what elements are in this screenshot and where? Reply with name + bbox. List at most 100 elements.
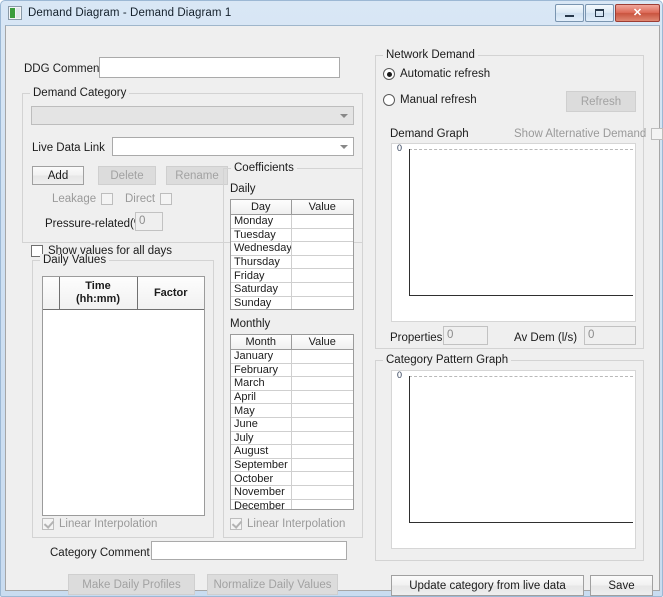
- daily-values-linear-interpolation-checkbox[interactable]: Linear Interpolation: [42, 518, 157, 530]
- chevron-down-icon: [340, 144, 348, 149]
- value-cell[interactable]: [291, 349, 353, 364]
- manual-refresh-radio[interactable]: Manual refresh: [383, 94, 477, 106]
- network-demand-group-title: Network Demand: [383, 49, 478, 61]
- month-cell: June: [231, 417, 292, 432]
- close-button[interactable]: ✕: [615, 4, 660, 22]
- daily-values-grid[interactable]: Time (hh:mm) Factor: [42, 276, 205, 516]
- show-alternative-demand-label: Show Alternative Demand: [514, 128, 647, 140]
- coefficients-linear-interpolation-box: [230, 518, 242, 530]
- live-data-link-combo[interactable]: [112, 137, 354, 156]
- day-cell: Tuesday: [231, 228, 292, 243]
- delete-button[interactable]: Delete: [98, 166, 156, 185]
- day-cell: Monday: [231, 214, 292, 229]
- category-comment-input[interactable]: [151, 541, 347, 560]
- value-cell[interactable]: [291, 471, 353, 486]
- month-cell: October: [231, 471, 292, 486]
- manual-refresh-radio-mark: [383, 94, 395, 106]
- table-row[interactable]: Thursday: [231, 255, 353, 270]
- normalize-daily-values-button[interactable]: Normalize Daily Values: [207, 574, 338, 595]
- day-cell: Wednesday: [231, 241, 292, 256]
- month-cell: February: [231, 363, 292, 378]
- time-header-line2: (hh:mm): [76, 293, 120, 305]
- table-row[interactable]: Sunday: [231, 296, 353, 309]
- value-cell[interactable]: [291, 268, 353, 283]
- automatic-refresh-radio-mark: [383, 68, 395, 80]
- table-row[interactable]: September: [231, 458, 353, 473]
- category-pattern-y-zero-label: 0: [397, 370, 403, 380]
- daily-coefficients-header-row: Day Value: [231, 200, 353, 215]
- automatic-refresh-radio[interactable]: Automatic refresh: [383, 68, 490, 80]
- value-cell[interactable]: [291, 444, 353, 459]
- table-row[interactable]: Saturday: [231, 282, 353, 297]
- daily-col-day: Day: [231, 200, 292, 215]
- ddg-comment-input[interactable]: [99, 57, 340, 78]
- refresh-button[interactable]: Refresh: [566, 91, 636, 112]
- day-cell: Sunday: [231, 296, 292, 309]
- value-cell[interactable]: [291, 403, 353, 418]
- demand-category-group-title: Demand Category: [30, 87, 130, 99]
- value-cell[interactable]: [291, 458, 353, 473]
- day-cell: Saturday: [231, 282, 292, 297]
- update-category-from-live-data-button[interactable]: Update category from live data: [391, 575, 584, 596]
- show-alternative-demand-checkbox[interactable]: Show Alternative Demand: [514, 128, 663, 140]
- value-cell[interactable]: [291, 296, 353, 309]
- coefficients-linear-interpolation-label: Linear Interpolation: [247, 518, 346, 530]
- value-cell[interactable]: [291, 499, 353, 509]
- coefficients-linear-interpolation-checkbox[interactable]: Linear Interpolation: [230, 518, 345, 530]
- table-row[interactable]: October: [231, 471, 353, 486]
- category-pattern-graph-plot[interactable]: 0: [391, 370, 636, 549]
- table-row[interactable]: December: [231, 499, 353, 509]
- table-row[interactable]: June: [231, 417, 353, 432]
- demand-category-combo[interactable]: [31, 106, 354, 125]
- properties-label: Properties: [390, 332, 443, 344]
- monthly-coefficients-grid[interactable]: Month Value January February March April May…: [230, 334, 354, 510]
- table-row[interactable]: August: [231, 444, 353, 459]
- close-icon: ✕: [632, 6, 643, 19]
- value-cell[interactable]: [291, 390, 353, 405]
- direct-checkbox[interactable]: Direct: [125, 193, 173, 205]
- leakage-checkbox-box: [101, 193, 114, 205]
- value-cell[interactable]: [291, 485, 353, 500]
- value-cell[interactable]: [291, 255, 353, 270]
- av-dem-input[interactable]: 0: [584, 326, 636, 345]
- monthly-coefficients-body: January February March April May June July Augu…: [231, 349, 353, 509]
- daily-coefficients-label: Daily: [230, 183, 256, 195]
- make-daily-profiles-button[interactable]: Make Daily Profiles: [68, 574, 195, 595]
- monthly-col-month: Month: [231, 335, 292, 350]
- table-row[interactable]: Tuesday: [231, 228, 353, 243]
- value-cell[interactable]: [291, 417, 353, 432]
- value-cell[interactable]: [291, 282, 353, 297]
- save-button[interactable]: Save: [590, 575, 653, 596]
- table-row[interactable]: April: [231, 390, 353, 405]
- pressure-related-input[interactable]: 0: [135, 212, 163, 231]
- table-row[interactable]: February: [231, 363, 353, 378]
- client-area: DDG Comment Demand Category Live Data Li…: [5, 25, 663, 596]
- table-row[interactable]: Friday: [231, 268, 353, 283]
- category-pattern-graph-group-title: Category Pattern Graph: [383, 354, 512, 366]
- rename-button[interactable]: Rename: [166, 166, 228, 185]
- table-row[interactable]: Monday: [231, 214, 353, 229]
- demand-graph-x-axis: [409, 295, 633, 296]
- value-cell[interactable]: [291, 376, 353, 391]
- table-row[interactable]: November: [231, 485, 353, 500]
- minimize-button[interactable]: [555, 4, 584, 22]
- table-row[interactable]: July: [231, 431, 353, 446]
- value-cell[interactable]: [291, 214, 353, 229]
- table-row[interactable]: January: [231, 349, 353, 364]
- maximize-button[interactable]: [585, 4, 614, 22]
- demand-graph-plot[interactable]: 0: [391, 143, 636, 322]
- properties-input[interactable]: 0: [443, 326, 488, 345]
- add-button[interactable]: Add: [32, 166, 84, 185]
- table-row[interactable]: May: [231, 403, 353, 418]
- value-cell[interactable]: [291, 363, 353, 378]
- value-cell[interactable]: [291, 431, 353, 446]
- value-cell[interactable]: [291, 228, 353, 243]
- live-data-link-label: Live Data Link: [32, 142, 105, 154]
- leakage-checkbox[interactable]: Leakage: [52, 193, 114, 205]
- leakage-label: Leakage: [52, 193, 97, 205]
- value-cell[interactable]: [291, 241, 353, 256]
- monthly-coefficients-label: Monthly: [230, 318, 271, 330]
- daily-coefficients-grid[interactable]: Day Value Monday Tuesday Wednesday Thursday…: [230, 199, 354, 310]
- table-row[interactable]: Wednesday: [231, 241, 353, 256]
- table-row[interactable]: March: [231, 376, 353, 391]
